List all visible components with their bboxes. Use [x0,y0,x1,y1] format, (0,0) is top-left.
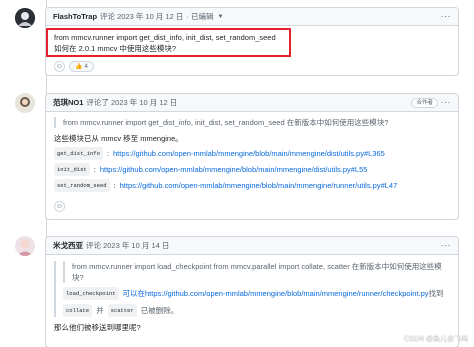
reactions-bar: ☺ 👍 4 [46,61,458,72]
comment-header: 米戈西亚 评论 2023 年 10 月 14 日 [46,237,458,255]
quote-line: load_checkpoint 可以在 https://github.com/o… [63,287,450,300]
link[interactable]: https://github.com/open-mmlab/mmengine/b… [145,288,428,299]
inline-code: collate [63,304,93,317]
list-item: get_dist_info : https://github.com/open-… [54,147,450,160]
list-item: init_dist : https://github.com/open-mmla… [54,163,450,176]
separator: : [113,181,116,190]
quote-text: 找到 [428,289,444,298]
separator: : [93,165,96,174]
avatar-image-icon [15,8,35,28]
comment-timestamp[interactable]: 评论 2023 年 10 月 14 日 [86,240,169,251]
avatar[interactable] [15,93,35,113]
comment-timestamp[interactable]: 评论了 2023 年 10 月 12 日 [86,97,177,108]
comment-timestamp[interactable]: 评论 2023 年 10 月 12 日 [100,11,183,22]
thumbs-up-icon: 👍 [75,64,83,70]
inline-code: scatter [107,304,137,317]
comment-question: 那么他们被移送到哪里呢? [54,323,141,332]
collaborator-badge: 合作者 [411,98,438,108]
avatar[interactable] [15,236,35,256]
separator: : [106,149,110,158]
comment-author[interactable]: FlashToTrap [53,12,97,21]
chevron-down-icon[interactable]: ▼ [218,14,224,20]
quote-line: collate 并 scatter 已被删除。 [63,304,450,317]
comment-header: 范琪NO1 评论了 2023 年 10 月 12 日 [46,94,458,112]
quote-text: 已被删除。 [140,306,179,315]
avatar-image-icon [15,93,35,113]
quote-block: from mmcv.runner import load_checkpoint … [54,261,450,317]
add-reaction-icon[interactable]: ☺ [54,201,65,212]
more-options-icon[interactable]: ··· [441,98,452,107]
quote-text: 可以在 [122,289,146,298]
add-reaction-icon[interactable]: ☺ [54,61,65,72]
comment-body: from mmcv.runner import load_checkpoint … [46,255,458,339]
inline-code: get_dist_info [54,147,103,160]
comment-author[interactable]: 米戈西亚 [53,240,83,251]
comment-intro: 这些模块已从 mmcv 移至 mmengine。 [54,134,183,143]
edited-label[interactable]: · 已编辑 [186,11,213,22]
more-options-icon[interactable]: ··· [441,241,452,250]
comment-author[interactable]: 范琪NO1 [53,97,83,108]
inline-code: load_checkpoint [63,287,119,300]
quote-block: from mmcv.runner import get_dist_info, i… [54,117,450,128]
reaction-count: 4 [84,63,88,70]
avatar[interactable] [15,8,35,28]
watermark: CSDN @鱼儿会飞吗 [404,336,468,343]
reactions-bar: ☺ [46,201,458,212]
list-item: set_random_seed : https://github.com/ope… [54,179,450,192]
link[interactable]: https://github.com/open-mmlab/mmengine/b… [100,164,368,175]
comment-card: 米戈西亚 评论 2023 年 10 月 14 日 ··· from mmcv.r… [45,236,459,347]
link[interactable]: https://github.com/open-mmlab/mmengine/b… [113,148,385,159]
avatar-image-icon [15,236,35,256]
comment-header: FlashToTrap 评论 2023 年 10 月 12 日 · 已编辑 ▼ [46,8,458,26]
comment-card: 范琪NO1 评论了 2023 年 10 月 12 日 合作者 ··· from … [45,93,459,220]
quote-text: 并 [96,306,104,315]
reaction-pill[interactable]: 👍 4 [69,61,94,72]
link[interactable]: https://github.com/open-mmlab/mmengine/b… [120,180,398,191]
highlight-box [46,28,291,57]
nested-quote: from mmcv.runner import load_checkpoint … [63,261,450,283]
more-options-icon[interactable]: ··· [441,12,452,21]
inline-code: set_random_seed [54,179,110,192]
inline-code: init_dist [54,163,90,176]
comment-body: from mmcv.runner import get_dist_info, i… [46,112,458,201]
